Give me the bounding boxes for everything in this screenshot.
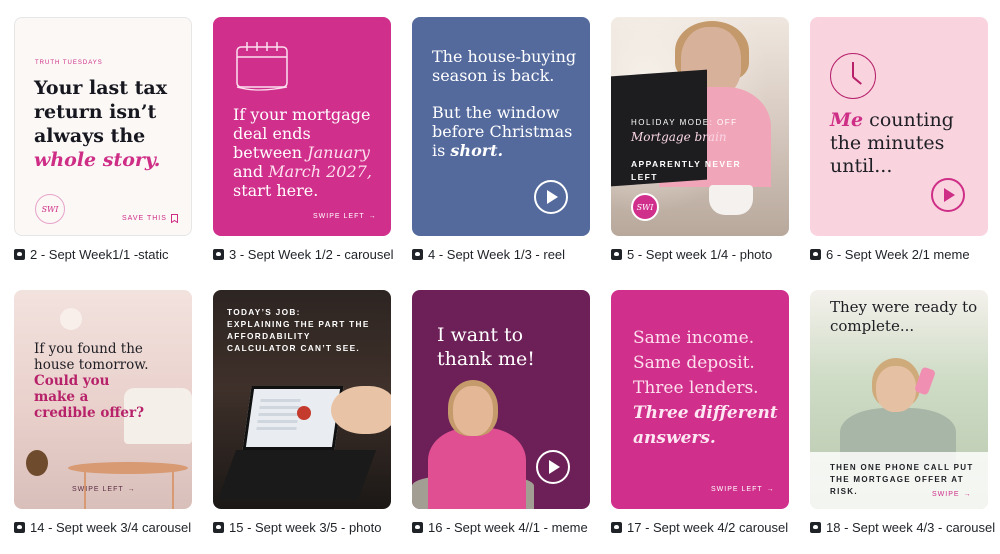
design-thumbnail-16[interactable]: I want to thank me! xyxy=(412,290,590,509)
design-thumbnail-15[interactable]: TODAY’S JOB: EXPLAINING THE PART THE AFF… xyxy=(213,290,391,509)
design-thumbnail-4[interactable]: The house-buying season is back. But the… xyxy=(412,17,590,236)
card-line-3: APPARENTLY NEVER LEFT xyxy=(631,159,742,182)
swipe-left-hint: SWIPE LEFT → xyxy=(711,486,775,493)
play-icon[interactable] xyxy=(534,180,568,214)
play-icon[interactable] xyxy=(931,178,965,212)
photo-coffee-cup xyxy=(709,185,753,215)
card-kicker: TRUTH TUESDAYS xyxy=(35,60,103,66)
photo-wall-decor xyxy=(60,308,82,330)
design-file-icon xyxy=(213,248,224,260)
design-thumbnail-14[interactable]: If you found the house tomorrow. Could y… xyxy=(14,290,192,509)
photo-laptop-screen xyxy=(242,386,344,450)
design-thumbnail-18[interactable]: They were ready to complete... THEN ONE … xyxy=(810,290,988,509)
arrow-right-icon: → xyxy=(127,486,136,493)
save-this-label: SAVE THIS xyxy=(122,214,178,223)
design-file-icon xyxy=(14,248,25,260)
design-caption[interactable]: 6 - Sept Week 2/1 meme xyxy=(810,245,1000,263)
logo-seal: SWI xyxy=(35,194,65,224)
clock-icon xyxy=(830,53,876,99)
design-thumbnail-3[interactable]: If your mortgage deal ends between Janua… xyxy=(213,17,391,236)
design-file-icon xyxy=(611,521,622,533)
design-file-icon xyxy=(810,521,821,533)
design-caption[interactable]: 5 - Sept week 1/4 - photo xyxy=(611,245,801,263)
arrow-right-icon: → xyxy=(963,491,972,498)
design-caption[interactable]: 3 - Sept Week 1/2 - carousel xyxy=(213,245,403,263)
bookmark-icon xyxy=(170,214,178,223)
play-icon[interactable] xyxy=(536,450,570,484)
card-headline: They were ready to complete... xyxy=(830,298,978,335)
card-headline: The house-buying season is back. But the… xyxy=(432,47,577,160)
photo-keyboard xyxy=(217,450,377,500)
design-thumbnail-5[interactable]: HOLIDAY MODE: OFF Mortgage brain APPAREN… xyxy=(611,17,789,236)
card-line-1: HOLIDAY MODE: OFF xyxy=(631,118,738,127)
design-grid: TRUTH TUESDAYS Your last tax return isn’… xyxy=(0,0,1000,554)
swipe-hint: SWIPE → xyxy=(932,491,972,498)
card-text: TODAY’S JOB: EXPLAINING THE PART THE AFF… xyxy=(227,307,370,353)
design-thumbnail-17[interactable]: Same income. Same deposit. Three lenders… xyxy=(611,290,789,509)
photo-person-face xyxy=(453,386,493,436)
design-caption[interactable]: 4 - Sept Week 1/3 - reel xyxy=(412,245,602,263)
swipe-left-hint: SWIPE LEFT → xyxy=(313,213,377,220)
design-caption[interactable]: 16 - Sept week 4//1 - meme xyxy=(412,518,602,536)
card-headline: Me counting the minutes until... xyxy=(830,109,954,177)
design-file-icon xyxy=(412,521,423,533)
logo-seal: SWI xyxy=(631,193,659,221)
design-caption[interactable]: 2 - Sept Week1/1 -static xyxy=(14,245,204,263)
arrow-right-icon: → xyxy=(766,486,775,493)
calendar-icon xyxy=(236,42,288,91)
card-headline: I want to thank me! xyxy=(437,324,535,370)
photo-person-jacket xyxy=(428,428,526,509)
swipe-left-hint: SWIPE LEFT → xyxy=(72,486,136,493)
card-script-line: Mortgage brain xyxy=(631,130,727,144)
card-headline: Same income. Same deposit. Three lenders… xyxy=(633,328,778,448)
card-headline: Your last tax return isn’t always the wh… xyxy=(34,77,168,171)
photo-person-face xyxy=(876,366,916,412)
design-caption[interactable]: 17 - Sept week 4/2 carousel xyxy=(611,518,801,536)
design-thumbnail-6[interactable]: Me counting the minutes until... xyxy=(810,17,988,236)
card-headline: If you found the house tomorrow. Could y… xyxy=(34,341,149,421)
design-thumbnail-2[interactable]: TRUTH TUESDAYS Your last tax return isn’… xyxy=(14,17,192,236)
design-caption[interactable]: 14 - Sept week 3/4 carousel xyxy=(14,518,204,536)
design-file-icon xyxy=(810,248,821,260)
photo-apple xyxy=(297,406,311,420)
photo-vase xyxy=(26,450,48,476)
design-caption[interactable]: 18 - Sept week 4/3 - carousel xyxy=(810,518,1000,536)
card-headline: If your mortgage deal ends between Janua… xyxy=(233,105,372,200)
design-file-icon xyxy=(213,521,224,533)
design-file-icon xyxy=(14,521,25,533)
design-caption[interactable]: 15 - Sept week 3/5 - photo xyxy=(213,518,403,536)
photo-table xyxy=(68,462,188,474)
design-file-icon xyxy=(412,248,423,260)
photo-hand xyxy=(331,386,391,434)
arrow-right-icon: → xyxy=(368,213,377,220)
design-file-icon xyxy=(611,248,622,260)
